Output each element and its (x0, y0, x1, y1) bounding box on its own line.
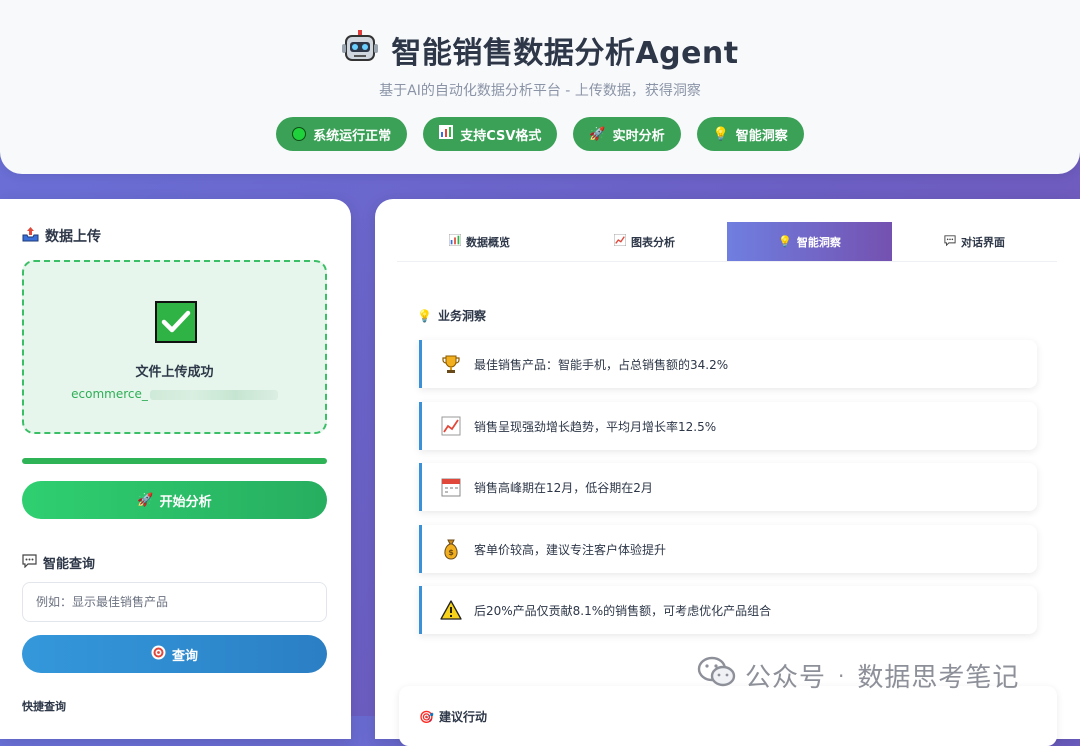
trophy-icon (440, 354, 462, 374)
trend-up-icon (440, 416, 462, 436)
upload-progress-bar (22, 458, 327, 464)
title-row: 智能销售数据分析Agent (0, 28, 1080, 72)
left-panel: 数据上传 文件上传成功 ecommerce_ 🚀 开始分析 智能查询 查询 快捷… (0, 199, 351, 739)
insight-card: 最佳销售产品：智能手机，占总销售额的34.2% (419, 340, 1037, 388)
insight-card: 销售呈现强劲增长趋势，平均月增长率12.5% (419, 402, 1037, 450)
wechat-icon (697, 655, 737, 696)
upload-title: 数据上传 (45, 229, 101, 245)
quick-query-label: 快捷查询 (22, 700, 66, 713)
status-badge-realtime: 🚀 实时分析 (573, 117, 681, 151)
line-chart-icon (613, 233, 627, 249)
insights-title-label: 业务洞察 (437, 309, 486, 323)
target-icon (151, 645, 166, 664)
tab-chart-analysis[interactable]: 图表分析 (562, 222, 727, 261)
inbox-tray-icon (22, 226, 39, 246)
watermark: 公众号 · 数据思考笔记 (697, 655, 1019, 696)
speech-bubble-icon (944, 234, 956, 249)
page-subtitle: 基于AI的自动化数据分析平台 - 上传数据，获得洞察 (379, 83, 701, 99)
start-analysis-button[interactable]: 🚀 开始分析 (22, 481, 327, 519)
insight-text: 销售高峰期在12月，低谷期在2月 (474, 480, 653, 495)
robot-icon (341, 29, 379, 71)
tab-data-overview[interactable]: 数据概览 (397, 222, 562, 261)
upload-filename-row: ecommerce_ (24, 387, 325, 401)
insight-text: 销售呈现强劲增长趋势，平均月增长率12.5% (474, 419, 717, 434)
tab-label: 数据概览 (466, 235, 510, 249)
status-badge-insight: 💡 智能洞察 (696, 117, 804, 151)
tab-label: 对话界面 (961, 235, 1005, 249)
check-mark-icon (155, 301, 197, 343)
watermark-right: 数据思考笔记 (857, 663, 1020, 693)
actions-title: 🎯 建议行动 (419, 708, 487, 725)
upload-success-text: 文件上传成功 (135, 365, 214, 380)
badge-label: 智能洞察 (735, 128, 788, 144)
money-bag-icon: $ (440, 538, 462, 560)
rocket-icon: 🚀 (137, 492, 154, 508)
status-badges: 系统运行正常 支持CSV格式 🚀 实时分析 💡 智能洞察 (0, 117, 1080, 151)
badge-label: 支持CSV格式 (460, 128, 542, 144)
lightbulb-icon: 💡 (778, 235, 792, 248)
query-title: 智能查询 (43, 557, 96, 572)
status-badge-system: 系统运行正常 (276, 117, 408, 151)
upload-filename: ecommerce_ (71, 387, 148, 401)
actions-title-label: 建议行动 (438, 710, 487, 724)
start-analysis-label: 开始分析 (159, 494, 212, 510)
speech-bubble-icon (22, 553, 37, 572)
lightbulb-icon: 💡 (417, 308, 432, 323)
query-input[interactable] (22, 582, 327, 622)
action-icon: 🎯 (419, 709, 434, 724)
tab-bar: 数据概览 图表分析 💡 智能洞察 对话界面 (397, 222, 1057, 262)
watermark-separator: · (838, 663, 846, 688)
watermark-left: 公众号 (745, 663, 827, 693)
rocket-icon: 🚀 (589, 126, 606, 142)
page-title: 智能销售数据分析Agent (391, 36, 739, 71)
green-dot-icon (292, 127, 307, 141)
insight-card: 销售高峰期在12月，低谷期在2月 (419, 463, 1037, 511)
upload-section-title: 数据上传 (22, 226, 101, 246)
upload-dropzone[interactable]: 文件上传成功 ecommerce_ (22, 260, 327, 434)
tab-label: 图表分析 (631, 235, 675, 249)
status-badge-csv: 支持CSV格式 (423, 117, 558, 151)
svg-text:$: $ (448, 548, 454, 557)
tab-label: 智能洞察 (796, 235, 841, 249)
warning-icon (440, 600, 462, 620)
tab-smart-insights[interactable]: 💡 智能洞察 (727, 222, 892, 261)
bar-chart-icon (439, 125, 454, 143)
badge-label: 实时分析 (612, 128, 665, 144)
tab-chat[interactable]: 对话界面 (892, 222, 1057, 261)
insight-card: 后20%产品仅贡献8.1%的销售额，可考虑优化产品组合 (419, 586, 1037, 634)
badge-label: 系统运行正常 (313, 128, 392, 144)
query-button[interactable]: 查询 (22, 635, 327, 673)
insight-card: $ 客单价较高，建议专注客户体验提升 (419, 525, 1037, 573)
lightbulb-icon: 💡 (712, 126, 729, 142)
query-button-label: 查询 (171, 648, 198, 664)
insight-text: 客单价较高，建议专注客户体验提升 (474, 542, 667, 557)
calendar-icon (440, 477, 462, 497)
insight-text: 最佳销售产品：智能手机，占总销售额的34.2% (474, 357, 729, 372)
header: 智能销售数据分析Agent 基于AI的自动化数据分析平台 - 上传数据，获得洞察… (0, 0, 1080, 174)
query-section-title: 智能查询 (22, 553, 95, 572)
insights-title: 💡 业务洞察 (417, 307, 486, 324)
bar-chart-icon (448, 233, 462, 249)
redacted-filename (149, 389, 278, 400)
insight-text: 后20%产品仅贡献8.1%的销售额，可考虑优化产品组合 (474, 603, 772, 618)
